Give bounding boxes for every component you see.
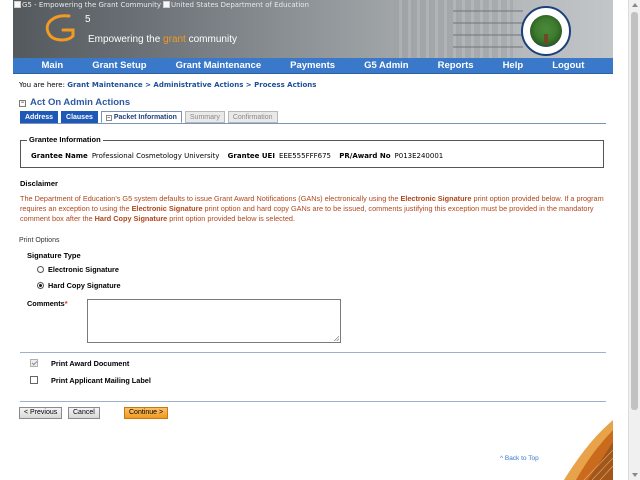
previous-button[interactable]: < Previous [19,407,63,419]
breadcrumb-process-actions[interactable]: Process Actions [254,81,316,89]
scrollbar-thumb[interactable] [631,12,638,410]
tab-confirmation: Confirmation [227,111,278,123]
back-to-top-link[interactable]: ^ Back to Top [500,455,539,462]
nav-item-logout[interactable]: Logout [552,60,584,71]
hard-copy-signature-label: Hard Copy Signature [48,281,121,290]
content-column: G5 - Empowering the Grant Community Unit… [13,0,613,480]
grantee-information-fieldset: Grantee Information Grantee Name Professi… [20,135,604,168]
page-title: − Act On Admin Actions [19,97,131,108]
breadcrumb-separator: > [142,81,154,89]
print-mailing-label-label: Print Applicant Mailing Label [51,376,151,385]
header-banner: G5 - Empowering the Grant Community Unit… [13,0,613,58]
breadcrumb-grant-maintenance[interactable]: Grant Maintenance [67,81,142,89]
grantee-information-title: Grantee Information [27,135,103,144]
vertical-scrollbar[interactable] [628,0,640,480]
electronic-signature-option[interactable]: Electronic Signature [37,265,119,274]
page: G5 - Empowering the Grant Community Unit… [0,0,640,480]
corner-decoration [564,420,613,480]
print-award-document-checkbox [30,359,38,367]
electronic-signature-radio[interactable] [37,266,44,273]
print-mailing-label-checkbox[interactable] [30,376,38,384]
scroll-down-icon[interactable] [632,473,638,477]
grantee-uei-value: EEE555FFF675 [278,152,332,160]
cancel-button[interactable]: Cancel [68,407,100,419]
hard-copy-signature-radio[interactable] [37,282,44,289]
grantee-name-value: Professional Cosmetology University [91,152,220,160]
signature-type-label: Signature Type [27,251,81,260]
breadcrumb-prefix: You are here: [19,81,68,89]
continue-button[interactable]: Continue > [124,407,169,419]
broken-image-g5: G5 - Empowering the Grant Community [14,1,161,9]
grantee-uei-label: Grantee UEI [227,152,275,160]
print-mailing-label-option[interactable]: Print Applicant Mailing Label [30,376,151,385]
comments-label: Comments* [27,299,68,308]
nav-item-reports[interactable]: Reports [438,60,474,71]
banner-library-shelves [453,0,523,58]
divider [20,352,606,353]
award-no-value: P013E240001 [394,152,444,160]
resize-grip-icon[interactable] [334,336,339,341]
breadcrumb: You are here: Grant Maintenance > Admini… [19,81,316,89]
nav-item-help[interactable]: Help [503,60,524,71]
breadcrumb-administrative-actions[interactable]: Administrative Actions [153,81,243,89]
hard-copy-signature-option[interactable]: Hard Copy Signature [37,281,121,290]
nav-item-main[interactable]: Main [42,60,64,71]
print-award-document-option: Print Award Document [30,359,129,368]
tab-summary: Summary [184,111,225,123]
divider [20,401,606,402]
department-of-education-seal [521,6,571,56]
grantee-name-label: Grantee Name [31,152,88,160]
nav-item-grant-maintenance[interactable]: Grant Maintenance [176,60,262,71]
tab-packet-information[interactable]: − Packet Information [100,111,182,123]
tagline: Empowering the grant community [88,34,237,45]
required-asterisk: * [64,299,68,308]
electronic-signature-label: Electronic Signature [48,265,119,274]
tab-packet-information-label: Packet Information [113,114,177,121]
nav-item-payments[interactable]: Payments [290,60,335,71]
collapse-icon[interactable]: − [19,100,26,107]
tab-address[interactable]: Address [20,111,59,123]
broken-image-ed: United States Department of Education [163,1,309,9]
main-nav: Main Grant Setup Grant Maintenance Payme… [13,58,613,74]
award-no-label: PR/Award No [339,152,391,160]
breadcrumb-separator: > [243,81,255,89]
logo-superscript: 5 [85,14,91,25]
nav-item-grant-setup[interactable]: Grant Setup [92,60,146,71]
disclaimer-heading: Disclaimer [20,179,58,188]
grantee-info-row: Grantee Name Professional Cosmetology Uni… [31,152,449,160]
comments-textarea[interactable] [87,299,341,343]
nav-item-g5-admin[interactable]: G5 Admin [364,60,409,71]
scroll-up-icon[interactable] [632,3,638,7]
tab-clauses[interactable]: Clauses [61,111,98,123]
disclaimer-text: The Department of Education's G5 system … [20,194,604,223]
tab-underline [20,123,606,124]
minus-icon: − [105,115,112,121]
print-award-document-label: Print Award Document [51,359,130,368]
print-options-heading: Print Options [19,237,60,244]
